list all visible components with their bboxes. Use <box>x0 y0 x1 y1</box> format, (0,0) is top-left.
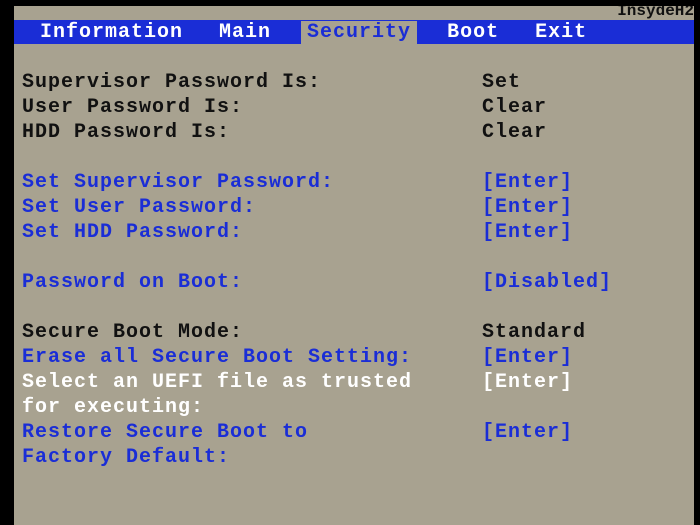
row-hdd-password-status: HDD Password Is: Clear <box>22 120 694 145</box>
set-supervisor-password-label: Set Supervisor Password: <box>22 170 482 195</box>
row-password-on-boot[interactable]: Password on Boot: [Disabled] <box>22 270 694 295</box>
secure-boot-mode-value: Standard <box>482 320 694 345</box>
password-on-boot-value: [Disabled] <box>482 270 694 295</box>
tab-security[interactable]: Security <box>301 21 417 44</box>
set-hdd-password-value: [Enter] <box>482 220 694 245</box>
select-uefi-file-label-1: Select an UEFI file as trusted <box>22 370 482 395</box>
row-user-password-status: User Password Is: Clear <box>22 95 694 120</box>
row-restore-secure-boot-cont[interactable]: Factory Default: <box>22 445 694 470</box>
content-panel: Supervisor Password Is: Set User Passwor… <box>14 70 694 470</box>
user-password-value: Clear <box>482 95 694 120</box>
secure-boot-mode-label: Secure Boot Mode: <box>22 320 482 345</box>
select-uefi-file-value: [Enter] <box>482 370 694 395</box>
row-set-hdd-password[interactable]: Set HDD Password: [Enter] <box>22 220 694 245</box>
tab-main[interactable]: Main <box>213 21 277 44</box>
tab-information[interactable]: Information <box>34 21 189 44</box>
restore-secure-boot-label-2: Factory Default: <box>22 445 482 470</box>
set-hdd-password-label: Set HDD Password: <box>22 220 482 245</box>
restore-secure-boot-value: [Enter] <box>482 420 694 445</box>
user-password-label: User Password Is: <box>22 95 482 120</box>
vendor-label: InsydeH2 <box>617 6 694 20</box>
row-set-supervisor-password[interactable]: Set Supervisor Password: [Enter] <box>22 170 694 195</box>
hdd-password-value: Clear <box>482 120 694 145</box>
set-supervisor-password-value: [Enter] <box>482 170 694 195</box>
row-select-uefi-file-cont[interactable]: for executing: <box>22 395 694 420</box>
row-erase-secure-boot[interactable]: Erase all Secure Boot Setting: [Enter] <box>22 345 694 370</box>
hdd-password-label: HDD Password Is: <box>22 120 482 145</box>
row-secure-boot-mode: Secure Boot Mode: Standard <box>22 320 694 345</box>
row-supervisor-password-status: Supervisor Password Is: Set <box>22 70 694 95</box>
set-user-password-label: Set User Password: <box>22 195 482 220</box>
erase-secure-boot-label: Erase all Secure Boot Setting: <box>22 345 482 370</box>
tab-exit[interactable]: Exit <box>529 21 593 44</box>
menubar: Information Main Security Boot Exit <box>14 20 694 44</box>
row-restore-secure-boot[interactable]: Restore Secure Boot to [Enter] <box>22 420 694 445</box>
set-user-password-value: [Enter] <box>482 195 694 220</box>
tab-boot[interactable]: Boot <box>441 21 505 44</box>
supervisor-password-label: Supervisor Password Is: <box>22 70 482 95</box>
bios-screen: InsydeH2 Information Main Security Boot … <box>14 6 694 525</box>
row-select-uefi-file[interactable]: Select an UEFI file as trusted [Enter] <box>22 370 694 395</box>
select-uefi-file-label-2: for executing: <box>22 395 482 420</box>
supervisor-password-value: Set <box>482 70 694 95</box>
restore-secure-boot-label-1: Restore Secure Boot to <box>22 420 482 445</box>
password-on-boot-label: Password on Boot: <box>22 270 482 295</box>
row-set-user-password[interactable]: Set User Password: [Enter] <box>22 195 694 220</box>
erase-secure-boot-value: [Enter] <box>482 345 694 370</box>
